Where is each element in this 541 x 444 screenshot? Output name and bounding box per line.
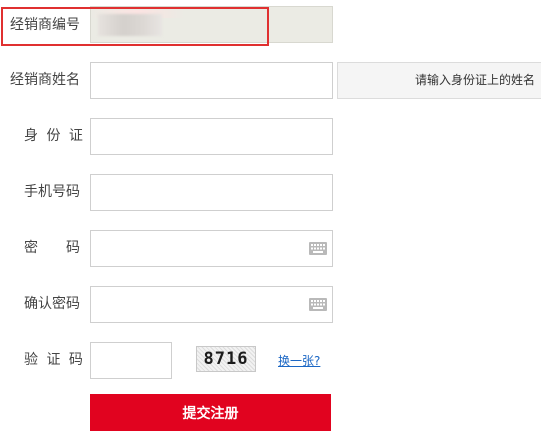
highlight-box [1,7,269,46]
confirm-password-input[interactable] [91,287,332,322]
phone-label: 手机号码 [24,184,80,200]
captcha-input[interactable] [91,343,171,378]
dealer-name-hint: 请输入身份证上的姓名 [337,62,541,99]
phone-field[interactable] [90,174,333,211]
submit-button[interactable]: 提交注册 [90,394,331,431]
confirm-password-label: 确认密码 [24,296,80,312]
password-input[interactable] [91,231,332,266]
dealer-name-input[interactable] [91,63,332,98]
dealer-name-label: 经销商姓名 [10,72,80,88]
phone-input[interactable] [91,175,332,210]
dealer-name-field[interactable] [90,62,333,99]
keyboard-icon[interactable] [309,298,327,311]
id-card-input[interactable] [91,119,332,154]
captcha-label: 验 证 码 [24,352,85,368]
captcha-field[interactable] [90,342,172,379]
id-card-label: 身 份 证 [24,128,85,144]
password-field[interactable] [90,230,333,267]
password-label: 密 码 [24,240,80,256]
confirm-password-field[interactable] [90,286,333,323]
captcha-image[interactable]: 8716 [196,346,256,372]
id-card-field[interactable] [90,118,333,155]
keyboard-icon[interactable] [309,242,327,255]
refresh-captcha-link[interactable]: 换一张? [278,352,320,369]
